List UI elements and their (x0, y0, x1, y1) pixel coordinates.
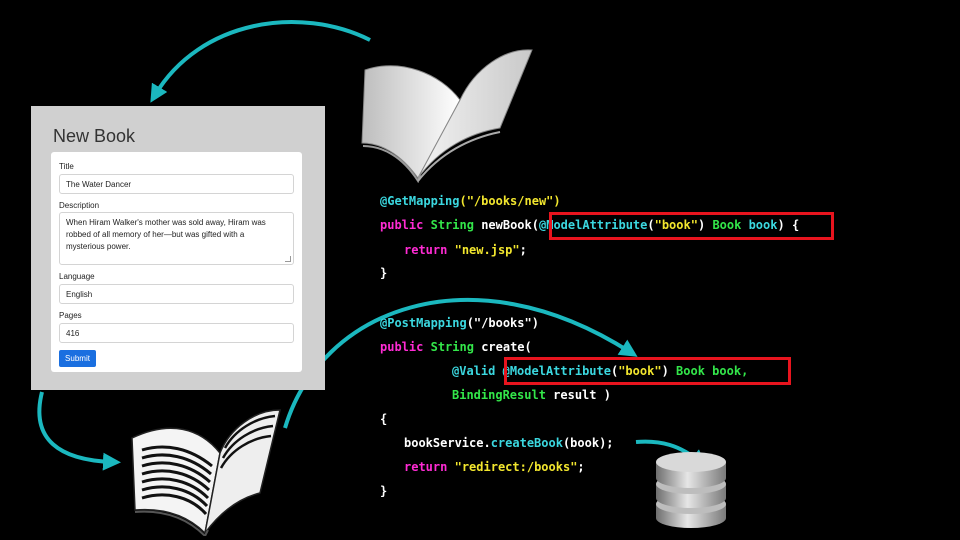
semicolon: ; (519, 243, 527, 257)
redirect-target: "redirect:/books" (454, 460, 578, 474)
post-model-attribute-highlight (504, 357, 791, 385)
service-args: (book); (562, 436, 614, 450)
post-mapping-path: ("/books") (466, 316, 539, 330)
title-label: Title (59, 162, 74, 171)
service-method: createBook (490, 436, 563, 450)
arrow-book-to-form (150, 20, 371, 103)
open-book-icon (361, 49, 533, 183)
get-return-line: return "new.jsp"; (404, 243, 527, 257)
public-keyword: public (380, 340, 424, 354)
resize-grip-icon[interactable] (285, 256, 291, 262)
description-line-3: mysterious power. (66, 242, 131, 251)
description-line-2: robbed of all memory of her—but was gift… (66, 230, 245, 239)
title-input[interactable]: The Water Dancer (59, 174, 294, 194)
post-mapping-line: @PostMapping("/books") (380, 316, 539, 330)
semicolon: ; (577, 460, 585, 474)
new-book-form-panel: New Book Title The Water Dancer Descript… (31, 106, 325, 390)
binding-result-type: BindingResult (452, 388, 546, 402)
pages-input[interactable]: 416 (59, 323, 294, 343)
description-label: Description (59, 201, 100, 210)
form-heading: New Book (53, 126, 136, 146)
binding-result-line: BindingResult result ) (452, 388, 611, 402)
binding-result-name: result ) (553, 388, 611, 402)
pages-label: Pages (59, 311, 82, 320)
get-mapping-annotation: @GetMapping (380, 194, 460, 208)
post-return-line: return "redirect:/books"; (404, 460, 585, 474)
database-icon (656, 452, 726, 528)
return-keyword: return (404, 243, 448, 257)
get-mapping-line: @GetMapping("/books/new") (380, 194, 561, 208)
language-input[interactable]: English (59, 284, 294, 304)
return-view: "new.jsp" (454, 243, 520, 257)
string-type: String (430, 218, 474, 232)
form-card: Title The Water Dancer Description When … (51, 152, 302, 372)
post-method-signature: public String create( (380, 340, 532, 354)
service-call-line: bookService.createBook(book); (404, 436, 614, 450)
title-value: The Water Dancer (66, 179, 132, 189)
post-close-brace: } (380, 484, 388, 498)
string-type: String (430, 340, 474, 354)
get-model-attribute-highlight (549, 212, 834, 240)
return-keyword: return (404, 460, 448, 474)
language-value: English (66, 289, 93, 299)
description-textarea[interactable]: When Hiram Walker's mother was sold away… (59, 212, 294, 265)
valid-annotation: @Valid (452, 364, 496, 378)
arrow-form-to-submitted-book (37, 391, 121, 471)
submit-button[interactable]: Submit (59, 350, 96, 367)
method-name-newbook: newBook (481, 218, 532, 232)
language-label: Language (59, 272, 95, 281)
paren-open: ( (531, 218, 539, 232)
method-name-create: create( (481, 340, 532, 354)
post-open-brace: { (380, 412, 388, 426)
public-keyword: public (380, 218, 424, 232)
service-object: bookService. (404, 436, 491, 450)
description-line-1: When Hiram Walker's mother was sold away… (66, 218, 266, 227)
get-mapping-path: ("/books/new") (459, 194, 561, 208)
flipping-book-icon (131, 409, 281, 536)
post-mapping-annotation: @PostMapping (380, 316, 467, 330)
get-close-brace: } (380, 266, 388, 280)
pages-value: 416 (66, 328, 80, 338)
